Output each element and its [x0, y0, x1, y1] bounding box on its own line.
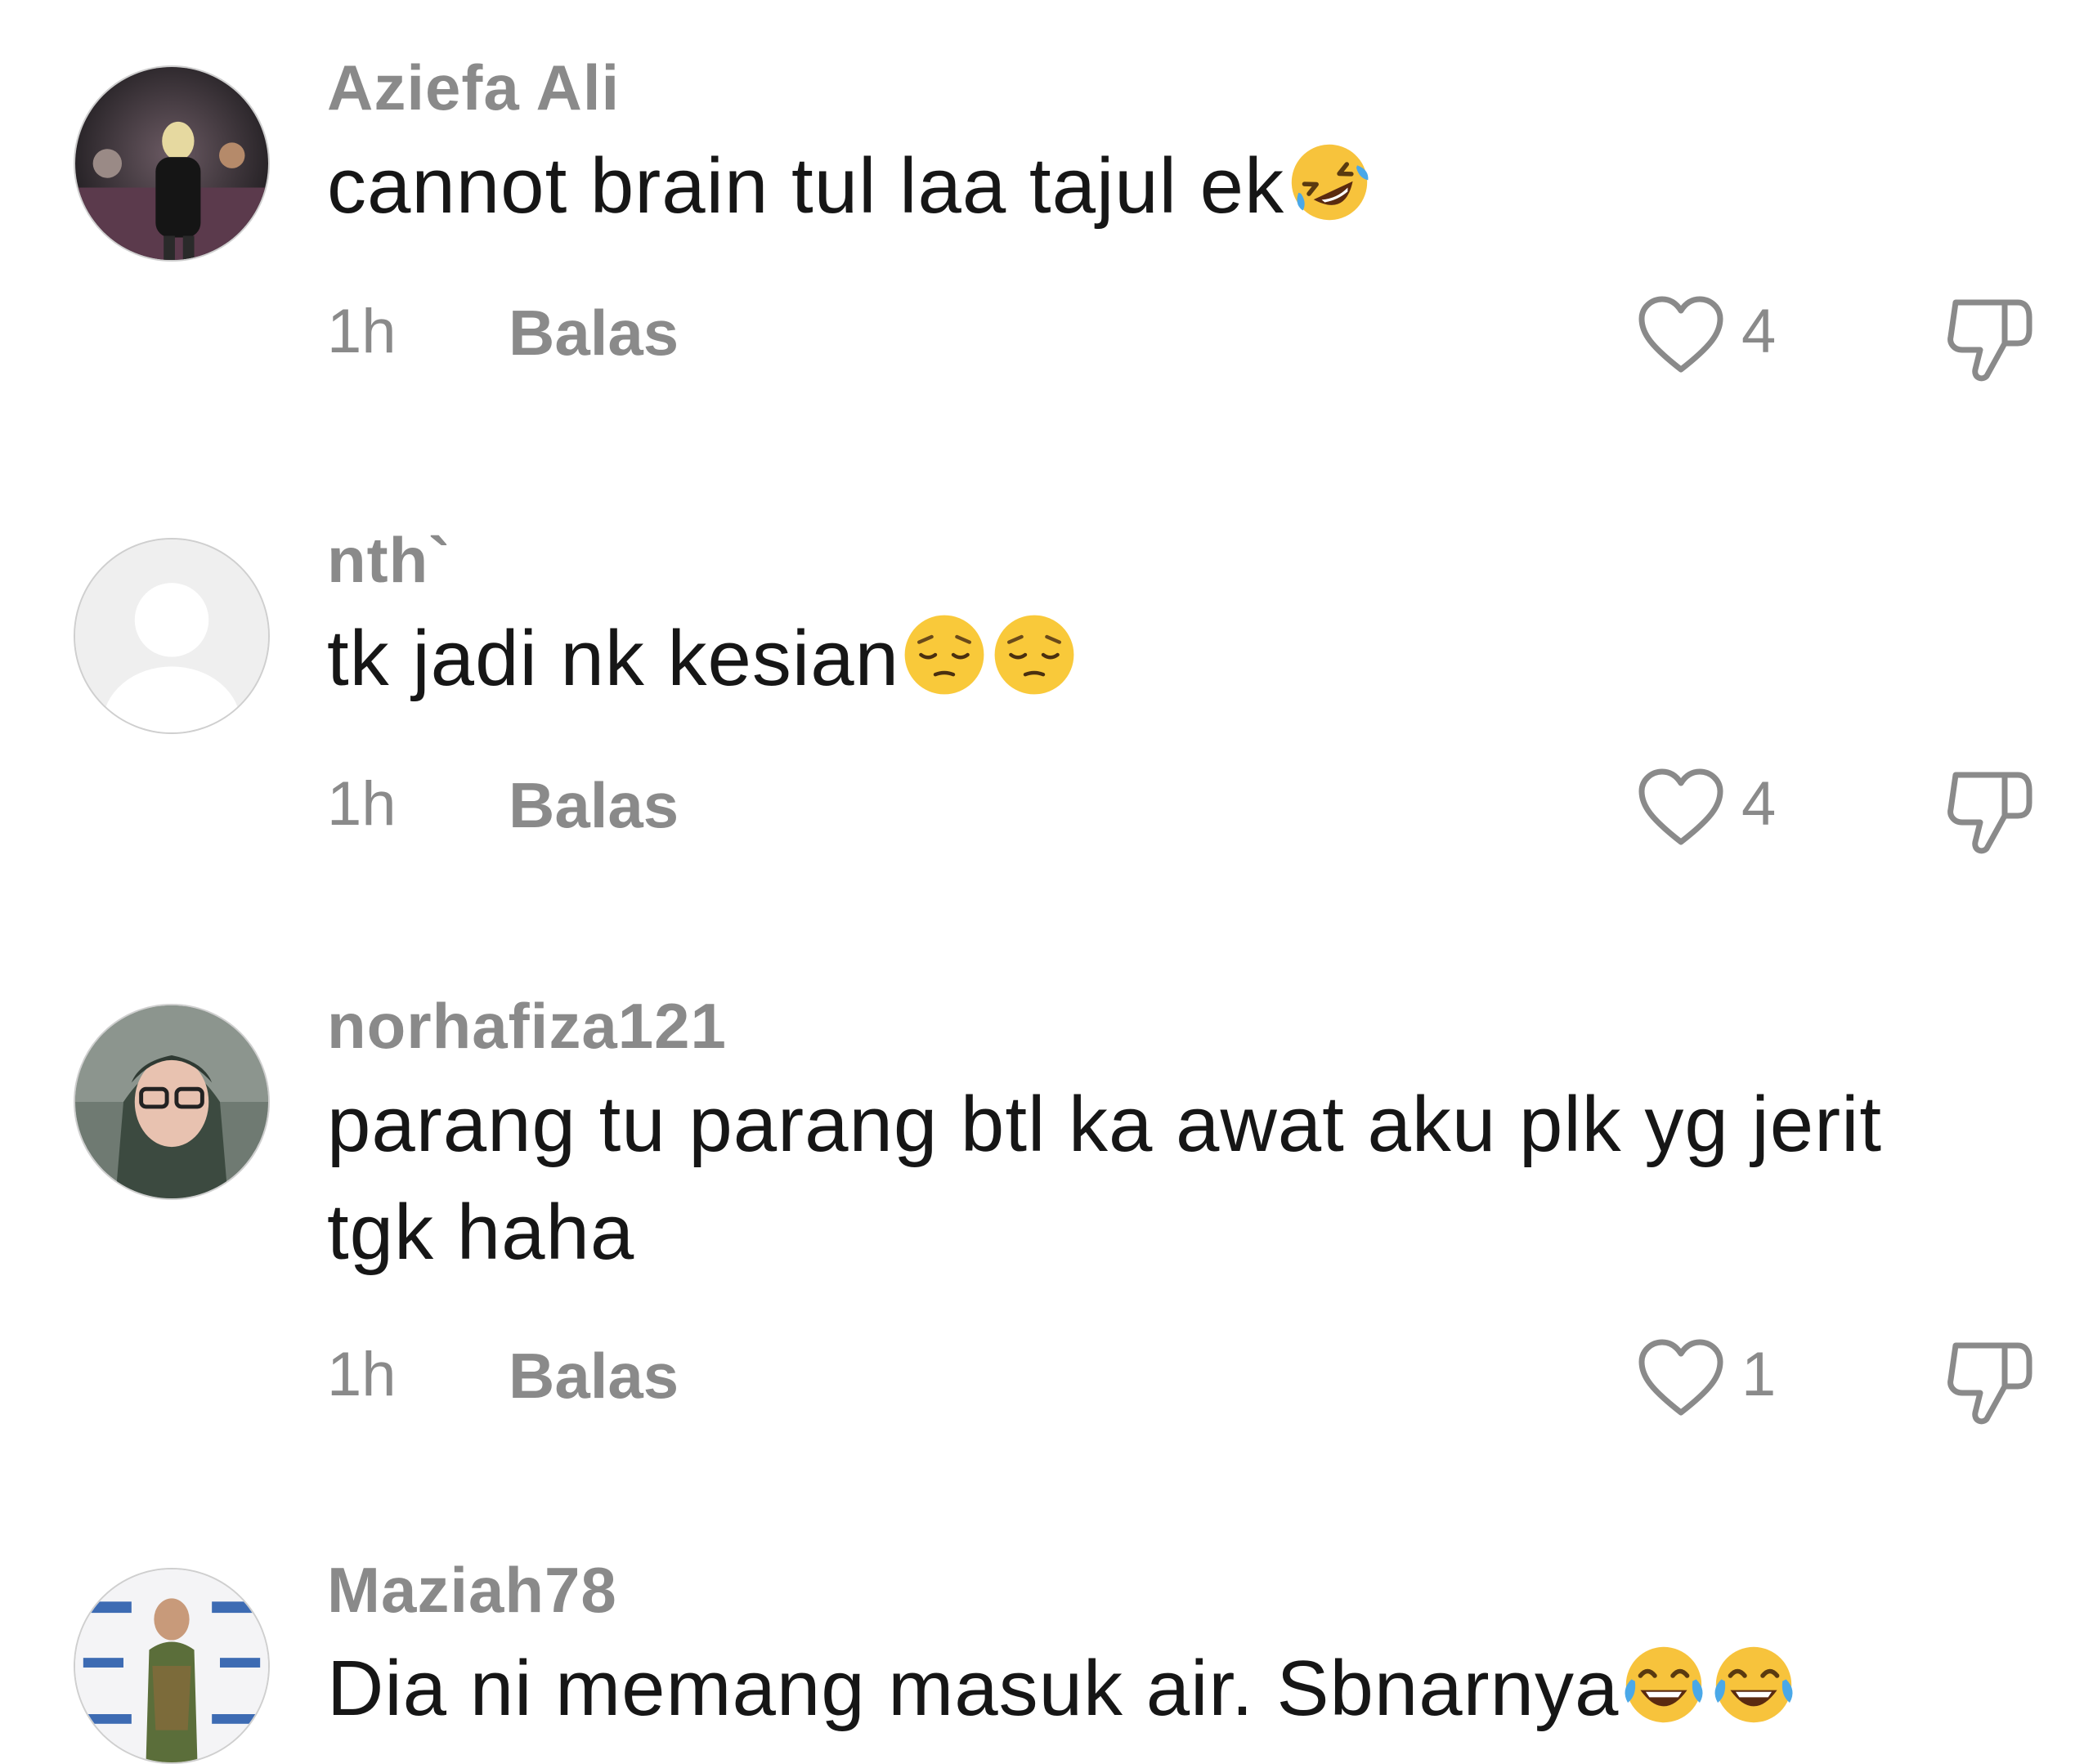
like-count: 4: [1741, 297, 1777, 366]
thumbs-down-icon[interactable]: [1944, 291, 2036, 387]
face-with-tears-of-joy-emoji-icon: [1709, 1640, 1799, 1730]
comment-username[interactable]: norhafiza121: [327, 989, 727, 1063]
comment-time: 1h: [327, 297, 397, 366]
comment-username[interactable]: nth`: [327, 523, 450, 598]
like-count: 1: [1741, 1340, 1777, 1409]
rolling-on-floor-laughing-emoji-icon: [1284, 137, 1374, 227]
like-button[interactable]: 1: [1635, 1336, 1799, 1426]
face-with-tears-of-joy-emoji-icon: [1619, 1640, 1709, 1730]
heart-icon: [1638, 768, 1723, 845]
comment-time: 1h: [327, 769, 397, 839]
comment-text: cannot brain tul laa tajul ek: [327, 132, 2011, 240]
comment-username[interactable]: Maziah78: [327, 1553, 617, 1627]
comment-text-body: tk jadi nk kesian: [327, 615, 900, 702]
pensive-face-emoji-icon: [899, 610, 989, 700]
reply-button[interactable]: Balas: [509, 296, 679, 370]
thumbs-down-icon[interactable]: [1944, 1334, 2036, 1430]
comment-username[interactable]: Aziefa Ali: [327, 51, 620, 125]
like-count: 4: [1741, 769, 1777, 839]
avatar[interactable]: [74, 538, 270, 734]
heart-icon: [1638, 296, 1723, 373]
avatar[interactable]: [74, 1568, 270, 1764]
comment-text: Dia ni memang masuk air. Sbnarnya: [327, 1635, 2011, 1743]
comment-text-body: Dia ni memang masuk air. Sbnarnya: [327, 1645, 1620, 1732]
comment-time: 1h: [327, 1340, 397, 1409]
reply-button[interactable]: Balas: [509, 768, 679, 843]
thumbs-down-icon[interactable]: [1944, 763, 2036, 860]
reply-button[interactable]: Balas: [509, 1339, 679, 1413]
heart-icon: [1638, 1339, 1723, 1416]
comment-meta: 1h Balas 1: [327, 1339, 2077, 1425]
avatar[interactable]: [74, 65, 270, 262]
comment-text: tk jadi nk kesian: [327, 605, 2011, 713]
like-button[interactable]: 4: [1635, 293, 1799, 383]
comment-text-body: cannot brain tul laa tajul ek: [327, 142, 1285, 230]
comment-text: parang tu parang btl ka awat aku plk yg …: [327, 1081, 1883, 1276]
pensive-face-emoji-icon: [989, 610, 1079, 700]
like-button[interactable]: 4: [1635, 765, 1799, 855]
comment-meta: 1h Balas 4: [327, 296, 2077, 382]
avatar[interactable]: [74, 1004, 270, 1200]
comment-meta: 1h Balas 4: [327, 768, 2077, 854]
